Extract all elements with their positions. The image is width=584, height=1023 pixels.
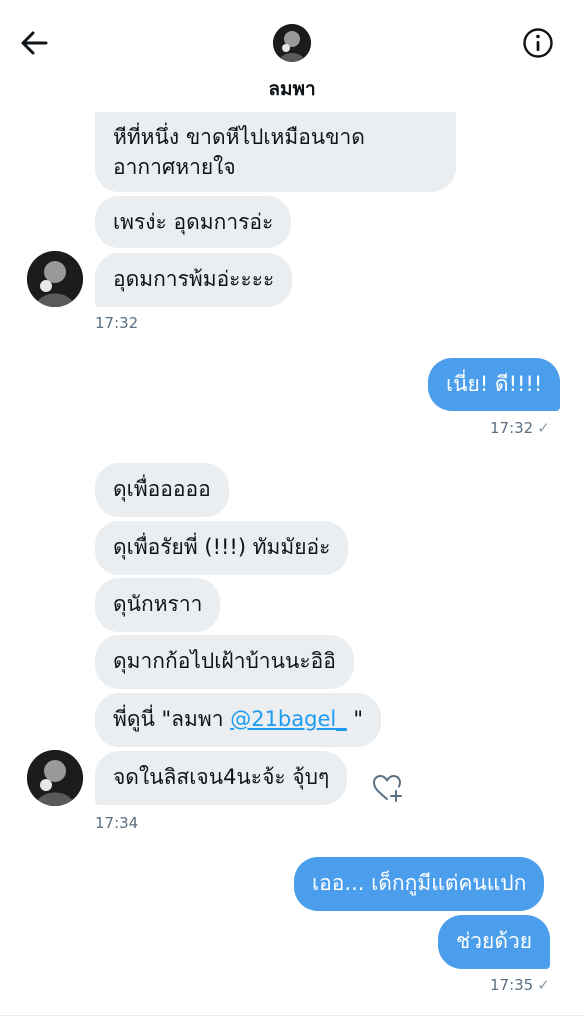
conversation-header: ลมพา xyxy=(0,0,584,112)
message-bubble-outgoing[interactable]: เนี่ย! ดี!!!! xyxy=(428,358,561,411)
sender-avatar[interactable] xyxy=(27,251,83,307)
avatar-image xyxy=(27,251,83,307)
message-bubble-incoming[interactable]: ดุมากก้อไปเฝ้าบ้านนะอิอิ xyxy=(95,635,354,689)
message-text: ดุเพื่อออออ xyxy=(113,477,211,501)
message-text: หีที่หนึ่ง ขาดหีไปเหมือนขาด xyxy=(113,125,365,149)
timestamp-text: 17:32 xyxy=(490,419,534,437)
message-bubble-incoming[interactable]: ดุเพื่อรัยพี่ (!!!) ทัมมัยอ่ะ xyxy=(95,521,349,575)
message-text: เออ... เด็กกูมีแต่คนแปก xyxy=(312,871,527,895)
message-bubble-incoming[interactable]: จดในลิสเจน4นะจ้ะ จุ้บๆ xyxy=(95,751,348,805)
message-bubble-incoming[interactable]: อุดมการพ้มอ่ะะะะ xyxy=(95,253,293,307)
mention-link[interactable]: @21bagel_ xyxy=(230,707,347,731)
message-timestamp: 17:35 ✓ xyxy=(490,976,550,994)
sent-check-icon: ✓ xyxy=(537,419,550,437)
message-bubble-incoming[interactable]: พี่ดูนี่ "ลมพา @21bagel_ " xyxy=(95,693,382,747)
heart-plus-icon xyxy=(373,775,402,802)
message-text: พี่ดูนี่ "ลมพา xyxy=(113,707,231,731)
message-text: อากาศหายใจ xyxy=(113,155,236,179)
message-timestamp: 17:32 xyxy=(95,314,139,332)
message-timestamp: 17:32 ✓ xyxy=(490,419,550,437)
info-button[interactable] xyxy=(522,27,554,59)
divider xyxy=(0,1015,584,1016)
message-bubble-incoming[interactable]: ดุนักหราา xyxy=(95,578,221,632)
message-text: เพรง่ะ อุดมการอ่ะ xyxy=(113,210,274,234)
message-bubble-incoming[interactable]: ดุเพื่อออออ xyxy=(95,463,229,517)
timestamp-text: 17:35 xyxy=(490,976,534,994)
avatar-image xyxy=(273,24,311,62)
message-timestamp: 17:34 xyxy=(95,814,139,832)
message-text: ดุนักหราา xyxy=(113,592,203,616)
arrow-left-icon xyxy=(21,31,48,55)
message-text: " xyxy=(346,707,364,731)
message-bubble-outgoing[interactable]: ช่วยด้วย xyxy=(438,915,551,969)
back-button[interactable] xyxy=(18,28,52,58)
message-text: ดุเพื่อรัยพี่ (!!!) ทัมมัยอ่ะ xyxy=(113,535,331,559)
conversation-title[interactable]: ลมพา xyxy=(0,74,584,104)
message-bubble-incoming[interactable]: เพรง่ะ อุดมการอ่ะ xyxy=(95,196,292,248)
sender-avatar[interactable] xyxy=(27,750,83,806)
message-text: ดุมากก้อไปเฝ้าบ้านนะอิอิ xyxy=(113,649,336,673)
header-avatar[interactable] xyxy=(273,24,311,62)
message-text: เนี่ย! ดี!!!! xyxy=(446,372,543,396)
message-bubble-outgoing[interactable]: เออ... เด็กกูมีแต่คนแปก xyxy=(294,857,545,911)
message-text: จดในลิสเจน4นะจ้ะ จุ้บๆ xyxy=(113,765,330,789)
message-text: ช่วยด้วย xyxy=(456,929,533,953)
message-bubble-incoming[interactable]: หีที่หนึ่ง ขาดหีไปเหมือนขาด อากาศหายใจ xyxy=(95,100,456,192)
sent-check-icon: ✓ xyxy=(537,976,550,994)
info-circle-icon xyxy=(523,28,553,58)
add-reaction-button[interactable] xyxy=(372,772,404,804)
message-text: อุดมการพ้มอ่ะะะะ xyxy=(113,267,275,291)
avatar-image xyxy=(27,750,83,806)
